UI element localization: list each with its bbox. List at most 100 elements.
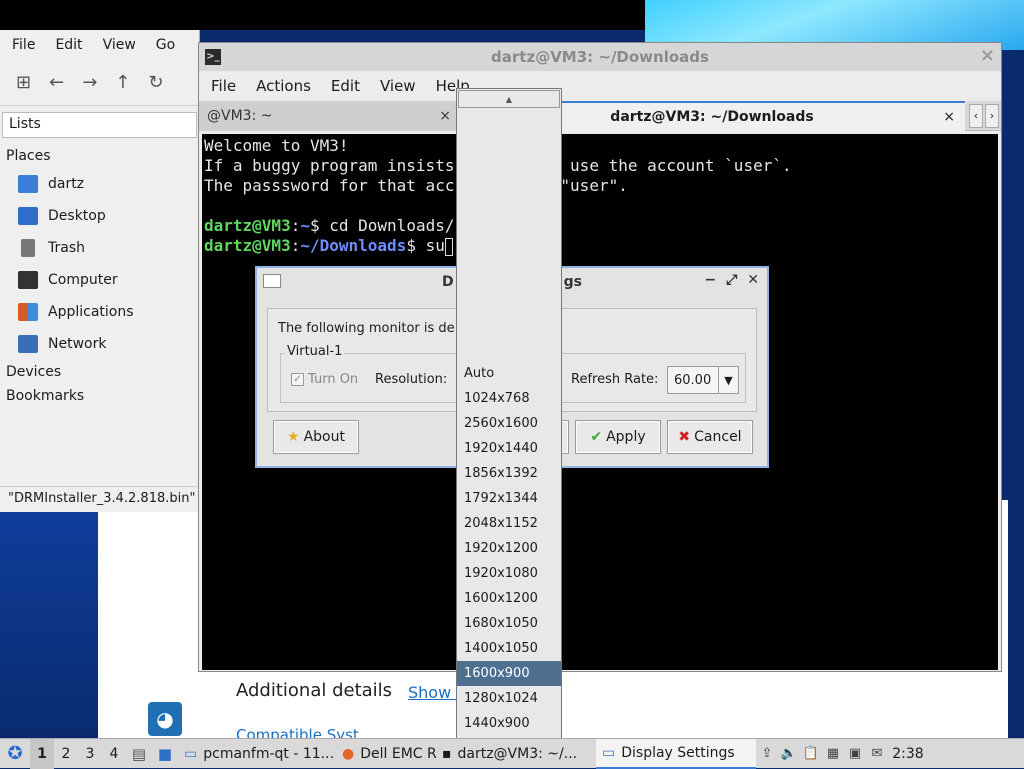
terminal-icon: ▪ bbox=[442, 745, 452, 762]
window-controls: − ⤢ ✕ bbox=[704, 272, 759, 288]
tab-close-icon[interactable]: × bbox=[943, 109, 955, 125]
forward-arrow-icon[interactable]: → bbox=[82, 72, 97, 93]
resolution-option[interactable]: 1920x1440 bbox=[457, 436, 561, 461]
tab-scroll-left-icon[interactable]: ‹ bbox=[969, 103, 983, 128]
apply-button[interactable]: ✔ Apply bbox=[575, 420, 661, 454]
fm-menu-edit[interactable]: Edit bbox=[55, 37, 82, 53]
monitor-name: Virtual-1 bbox=[285, 344, 345, 359]
show-desktop-icon[interactable]: ■ bbox=[152, 739, 178, 769]
resolution-dropdown-list[interactable]: ▲ Auto 1024x768 2560x1600 1920x1440 1856… bbox=[456, 88, 562, 766]
refresh-rate-select[interactable]: 60.00 ▼ bbox=[667, 366, 739, 394]
tab-home[interactable]: @VM3: ~ × bbox=[199, 101, 459, 131]
place-item-desktop[interactable]: Desktop bbox=[0, 200, 199, 232]
chevron-down-icon[interactable]: ▼ bbox=[718, 367, 738, 393]
task-label: Dell EMC R bbox=[360, 745, 436, 762]
resolution-option-selected[interactable]: 1600x900 bbox=[457, 661, 561, 686]
workspace-4[interactable]: 4 bbox=[102, 739, 126, 769]
task-display-settings[interactable]: ▭ Display Settings bbox=[596, 738, 756, 769]
fm-menu-file[interactable]: File bbox=[12, 37, 35, 53]
fm-menu-view[interactable]: View bbox=[103, 37, 136, 53]
terminal-line: The passsword for that acc bbox=[204, 176, 455, 195]
prompt-path: ~ bbox=[300, 216, 310, 235]
resolution-option[interactable]: 1600x1200 bbox=[457, 586, 561, 611]
term-menu-view[interactable]: View bbox=[380, 77, 416, 95]
resolution-option[interactable]: 1920x1200 bbox=[457, 536, 561, 561]
reload-icon[interactable]: ↻ bbox=[148, 72, 163, 93]
resolution-option[interactable]: 1024x768 bbox=[457, 386, 561, 411]
home-folder-icon bbox=[18, 175, 38, 193]
task-label: dartz@VM3: ~/... bbox=[457, 745, 578, 762]
cookie-icon[interactable]: ◕ bbox=[148, 702, 182, 736]
turn-on-checkbox[interactable]: ✓ Turn On bbox=[291, 372, 358, 387]
file-manager-launcher-icon[interactable]: ▤ bbox=[126, 739, 152, 769]
place-item-network[interactable]: Network bbox=[0, 328, 199, 360]
maximize-icon[interactable]: ⤢ bbox=[726, 272, 737, 288]
up-arrow-icon[interactable]: ↑ bbox=[115, 72, 130, 93]
back-arrow-icon[interactable]: ← bbox=[49, 72, 64, 93]
scroll-up-icon[interactable]: ▲ bbox=[458, 90, 560, 108]
terminal-command: $ su bbox=[406, 236, 445, 255]
place-item-dartz[interactable]: dartz bbox=[0, 168, 199, 200]
place-item-trash[interactable]: Trash bbox=[0, 232, 199, 264]
term-menu-edit[interactable]: Edit bbox=[331, 77, 360, 95]
start-menu-icon[interactable]: ✪ bbox=[0, 739, 30, 769]
clock[interactable]: 2:38 bbox=[888, 746, 928, 762]
resolution-option[interactable]: 1280x1024 bbox=[457, 686, 561, 711]
term-menu-actions[interactable]: Actions bbox=[256, 77, 311, 95]
side-pane-mode-select[interactable]: Lists bbox=[2, 112, 197, 138]
resolution-option[interactable]: 1792x1344 bbox=[457, 486, 561, 511]
folder-icon: ▭ bbox=[184, 745, 198, 762]
task-firefox[interactable]: ● Dell EMC R bbox=[336, 739, 436, 769]
place-item-computer[interactable]: Computer bbox=[0, 264, 199, 296]
tab-scroll-right-icon[interactable]: › bbox=[985, 103, 999, 128]
upload-icon[interactable]: ⇪ bbox=[756, 739, 778, 769]
cancel-label: Cancel bbox=[694, 429, 742, 445]
resolution-option[interactable]: 1400x1050 bbox=[457, 636, 561, 661]
close-icon[interactable]: × bbox=[980, 45, 995, 66]
cursor bbox=[444, 237, 453, 256]
clipboard-icon[interactable]: 📋 bbox=[800, 739, 822, 769]
dialog-title-right: gs bbox=[563, 274, 582, 290]
task-label: pcmanfm-qt - 11... bbox=[203, 745, 335, 762]
workspace-2[interactable]: 2 bbox=[54, 739, 78, 769]
places-header[interactable]: Places bbox=[0, 144, 199, 168]
task-label: Display Settings bbox=[621, 744, 735, 761]
task-pcmanfm[interactable]: ▭ pcmanfm-qt - 11... bbox=[178, 739, 336, 769]
place-label: Applications bbox=[48, 304, 134, 320]
dialog-title-left: D bbox=[442, 274, 454, 290]
refresh-rate-value: 60.00 bbox=[674, 372, 712, 388]
checkbox-checked-icon: ✓ bbox=[291, 373, 304, 386]
new-tab-icon[interactable]: ⊞ bbox=[16, 72, 31, 93]
close-icon[interactable]: ✕ bbox=[747, 272, 759, 288]
workspace-1[interactable]: 1 bbox=[30, 738, 54, 769]
minimize-icon[interactable]: − bbox=[704, 272, 716, 288]
place-item-applications[interactable]: Applications bbox=[0, 296, 199, 328]
resolution-option[interactable]: 1680x1050 bbox=[457, 611, 561, 636]
computer-icon bbox=[18, 271, 38, 289]
network-tray-icon[interactable]: ▣ bbox=[844, 739, 866, 769]
fm-menu-go[interactable]: Go bbox=[156, 37, 175, 53]
devices-header[interactable]: Devices bbox=[0, 360, 199, 384]
notification-icon[interactable]: ✉ bbox=[866, 739, 888, 769]
resolution-option[interactable]: 1440x900 bbox=[457, 711, 561, 736]
tab-close-icon[interactable]: × bbox=[439, 108, 451, 124]
terminal-menubar: File Actions Edit View Help bbox=[199, 71, 1001, 101]
resolution-option[interactable]: 2048x1152 bbox=[457, 511, 561, 536]
volume-icon[interactable]: 🔈 bbox=[778, 739, 800, 769]
terminal-titlebar[interactable]: >_ dartz@VM3: ~/Downloads × bbox=[199, 43, 1001, 71]
package-icon[interactable]: ▦ bbox=[822, 739, 844, 769]
bookmarks-header[interactable]: Bookmarks bbox=[0, 384, 199, 408]
network-icon bbox=[18, 335, 38, 353]
tab-scroll-buttons: ‹ › bbox=[969, 101, 999, 130]
task-terminal[interactable]: ▪ dartz@VM3: ~/... bbox=[436, 739, 596, 769]
resolution-option[interactable]: Auto bbox=[457, 361, 561, 386]
resolution-option[interactable]: 1856x1392 bbox=[457, 461, 561, 486]
term-menu-file[interactable]: File bbox=[211, 77, 236, 95]
resolution-option[interactable]: 2560x1600 bbox=[457, 411, 561, 436]
tab-label: dartz@VM3: ~/Downloads bbox=[610, 109, 814, 125]
workspace-3[interactable]: 3 bbox=[78, 739, 102, 769]
cancel-button[interactable]: ✖ Cancel bbox=[667, 420, 753, 454]
about-button[interactable]: ★ About bbox=[273, 420, 359, 454]
resolution-option[interactable]: 1920x1080 bbox=[457, 561, 561, 586]
about-label: About bbox=[303, 429, 345, 445]
